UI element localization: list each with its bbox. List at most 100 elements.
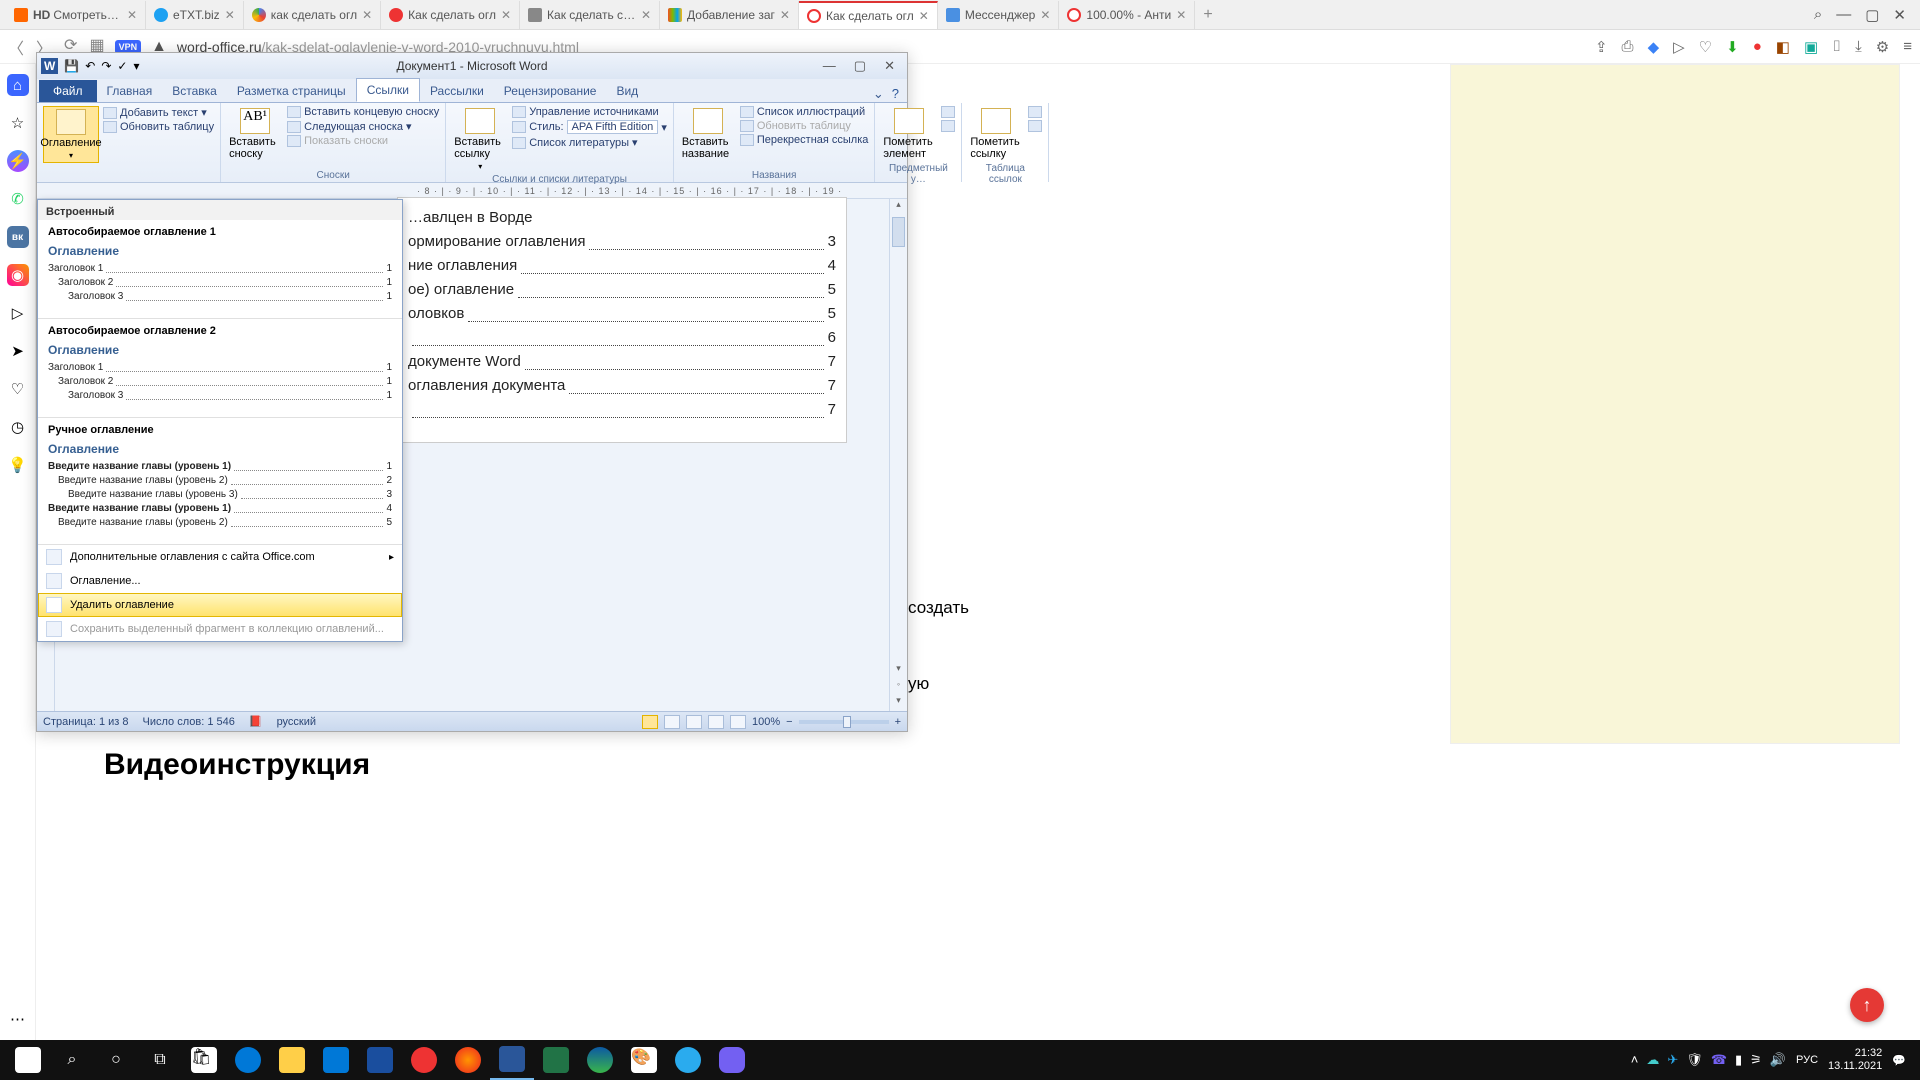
qat-dropdown-icon[interactable]: ▾	[133, 59, 139, 73]
mark-citation-button[interactable]: Пометить ссылку	[968, 106, 1024, 162]
auto-toc-1-preview[interactable]: Автособираемое оглавление 1 Оглавление З…	[38, 220, 402, 319]
opera-icon[interactable]: ●	[1753, 38, 1762, 55]
manual-toc-preview[interactable]: Ручное оглавление Оглавление Введите наз…	[38, 418, 402, 545]
app-icon[interactable]	[358, 1040, 402, 1080]
undo-icon[interactable]: ↶	[85, 59, 95, 73]
next-page-icon[interactable]: ▾	[890, 695, 907, 711]
tab-8[interactable]: 100.00% - Анти✕	[1059, 1, 1195, 29]
tab-6[interactable]: Как сделать огл✕	[799, 1, 938, 29]
tray-volume-icon[interactable]: 🔊	[1770, 1052, 1786, 1068]
maximize-icon[interactable]: ▢	[1865, 6, 1879, 24]
insert-footnote-button[interactable]: AB¹Вставить сноску	[227, 106, 283, 162]
print-layout-view[interactable]	[642, 715, 658, 729]
insert-endnote-button[interactable]: Вставить концевую сноску	[287, 106, 439, 118]
messenger-icon[interactable]: ⚡	[7, 150, 29, 172]
firefox-icon[interactable]	[446, 1040, 490, 1080]
close-icon[interactable]: ✕	[641, 8, 651, 22]
add-text-button[interactable]: Добавить текст ▾	[103, 106, 214, 119]
page-indicator[interactable]: Страница: 1 из 8	[43, 716, 129, 728]
insert-caption-button[interactable]: Вставить название	[680, 106, 736, 162]
cortana-button[interactable]: ○	[94, 1040, 138, 1080]
paint-icon[interactable]: 🎨	[622, 1040, 666, 1080]
downloads-icon[interactable]: ⤓	[1855, 38, 1862, 55]
full-screen-view[interactable]	[664, 715, 680, 729]
toc-button[interactable]: Оглавление▾	[43, 106, 99, 163]
file-tab[interactable]: Файл	[39, 80, 97, 102]
tab-5[interactable]: Добавление заг✕	[660, 1, 799, 29]
share-icon[interactable]: ⇪	[1595, 38, 1608, 56]
easy-setup-icon[interactable]: ⚙	[1876, 38, 1889, 56]
start-button[interactable]: ⊞	[6, 1040, 50, 1080]
mail-icon[interactable]	[314, 1040, 358, 1080]
document-page[interactable]: …авлцен в Ворде ормирование оглавления3 …	[397, 197, 847, 443]
tab-3[interactable]: Как сделать огл✕	[381, 1, 520, 29]
close-icon[interactable]: ✕	[501, 8, 511, 22]
menu-icon[interactable]: ≡	[1903, 38, 1912, 55]
show-notes-button[interactable]: Показать сноски	[287, 135, 439, 147]
explorer-icon[interactable]	[270, 1040, 314, 1080]
history-icon[interactable]: ◷	[7, 416, 29, 438]
scroll-up-icon[interactable]: ▴	[890, 199, 907, 215]
update-index-icon[interactable]	[941, 120, 955, 132]
tray-telegram-icon[interactable]: ✈	[1667, 1052, 1678, 1068]
ribbon-tab-home[interactable]: Главная	[97, 80, 163, 102]
close-icon[interactable]: ✕	[1040, 8, 1050, 22]
extension-icon[interactable]: ◧	[1776, 38, 1790, 56]
opera-taskbar-icon[interactable]	[402, 1040, 446, 1080]
edge-icon[interactable]	[226, 1040, 270, 1080]
draft-view[interactable]	[730, 715, 746, 729]
back-icon[interactable]: 〈	[8, 35, 24, 59]
tab-1[interactable]: eTXT.biz✕	[146, 1, 244, 29]
close-icon[interactable]: ✕	[127, 8, 137, 22]
ribbon-tab-view[interactable]: Вид	[606, 80, 648, 102]
word-titlebar[interactable]: W 💾 ↶ ↷ ✓ ▾ Документ1 - Microsoft Word —…	[37, 53, 907, 79]
[interactable]	[686, 715, 702, 729]
qat-icon[interactable]: ✓	[117, 59, 127, 73]
send-icon[interactable]: ➤	[7, 340, 29, 362]
close-icon[interactable]: ✕	[1176, 8, 1186, 22]
whatsapp-icon[interactable]: ✆	[7, 188, 29, 210]
vertical-scrollbar[interactable]: ▴ ▾ ◦ ▾	[889, 199, 907, 711]
screenshot-icon[interactable]: ⎙	[1622, 38, 1634, 55]
scroll-thumb[interactable]	[892, 217, 905, 247]
heart-rail-icon[interactable]: ♡	[7, 378, 29, 400]
close-window-icon[interactable]: ✕	[1893, 6, 1906, 24]
tip-icon[interactable]: 💡	[7, 454, 29, 476]
home-icon[interactable]: ⌂	[7, 74, 29, 96]
minimize-icon[interactable]: —	[1836, 6, 1851, 23]
zoom-out-icon[interactable]: −	[786, 716, 792, 728]
help-icon[interactable]: ?	[892, 86, 899, 102]
search-button[interactable]: ⌕	[50, 1040, 94, 1080]
spell-icon[interactable]: 📕	[249, 715, 263, 728]
star-icon[interactable]: ☆	[7, 112, 29, 134]
next-footnote-button[interactable]: Следующая сноска ▾	[287, 120, 439, 133]
tray-battery-icon[interactable]: ▮	[1735, 1052, 1742, 1068]
edge-chromium-icon[interactable]	[578, 1040, 622, 1080]
custom-toc[interactable]: Оглавление...	[38, 569, 402, 593]
word-maximize-icon[interactable]: ▢	[854, 58, 866, 74]
tab-0[interactable]: HDСмотреть сериа✕	[6, 1, 146, 29]
task-view-button[interactable]: ⧉	[138, 1040, 182, 1080]
prev-page-icon[interactable]: ◦	[890, 679, 907, 695]
insert-citation-button[interactable]: Вставить ссылку▾	[452, 106, 508, 173]
excel-icon[interactable]	[534, 1040, 578, 1080]
extension-icon-3[interactable]: ⌷	[1832, 38, 1841, 55]
play-icon[interactable]: ▷	[1673, 38, 1685, 56]
remove-toc[interactable]: Удалить оглавление	[38, 593, 402, 617]
tray-language[interactable]: РУС	[1796, 1054, 1818, 1066]
more-icon[interactable]: ⋯	[7, 1008, 29, 1030]
extension-icon-2[interactable]: ▣	[1804, 38, 1818, 56]
ribbon-tab-review[interactable]: Рецензирование	[494, 80, 607, 102]
close-icon[interactable]: ✕	[362, 8, 372, 22]
scroll-top-button[interactable]: ↑	[1850, 988, 1884, 1022]
tray-wifi-icon[interactable]: ⚞	[1750, 1052, 1762, 1068]
tab-7[interactable]: Мессенджер✕	[938, 1, 1060, 29]
toa-icon[interactable]	[1028, 106, 1042, 118]
index-icon[interactable]	[941, 106, 955, 118]
close-icon[interactable]: ✕	[225, 8, 235, 22]
viber-icon[interactable]	[710, 1040, 754, 1080]
ribbon-tab-references[interactable]: Ссылки	[356, 78, 420, 102]
close-icon[interactable]: ✕	[780, 8, 790, 22]
zoom-in-icon[interactable]: +	[895, 716, 901, 728]
instagram-icon[interactable]: ◉	[7, 264, 29, 286]
